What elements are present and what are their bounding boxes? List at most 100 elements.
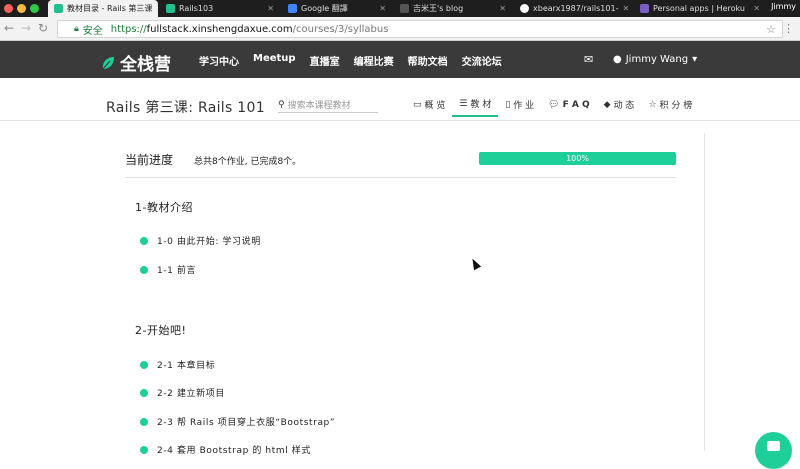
search-icon: ⚲ (278, 99, 285, 110)
browser-tab[interactable]: Rails103 ✕ (160, 0, 280, 17)
url-scheme: https:// (110, 23, 147, 35)
envelope-icon[interactable]: ✉ (584, 53, 593, 66)
browser-toolbar: ← → ↻ 🔒︎ 安全 https:// fullstack.xinshengd… (0, 17, 800, 41)
main-nav: 学习中心 Meetup 直播室 编程比赛 帮助文档 交流论坛 (199, 53, 502, 68)
completed-dot-icon (140, 360, 148, 369)
list-icon: ☰ (459, 98, 468, 109)
close-tab-icon[interactable]: ✕ (263, 4, 274, 13)
chat-icon (767, 441, 780, 451)
tab-label: 动 态 (613, 101, 635, 111)
tags-icon: ◆ (603, 99, 611, 110)
close-tab-icon[interactable]: ✕ (152, 4, 158, 13)
tab-title: xbearx1987/rails101- (533, 4, 619, 13)
bookmark-star-icon[interactable]: ☆ (766, 23, 776, 36)
divider (125, 177, 676, 178)
tab-title: 教材目录 - Rails 第三课 (67, 4, 153, 13)
minimize-window-button[interactable] (17, 4, 26, 13)
tab-homework[interactable]: ▯ 作 业 (498, 97, 541, 117)
course-search-input[interactable]: ⚲ 搜索本课程教材 (278, 97, 378, 113)
lesson-label: 1-0 由此开始: 学习说明 (157, 237, 261, 247)
tab-overview[interactable]: ▭ 概 览 (406, 97, 452, 117)
completed-dot-icon (140, 236, 148, 245)
browser-tab[interactable]: Personal apps | Heroku ✕ (634, 0, 766, 17)
reload-icon[interactable]: ↻ (38, 21, 48, 35)
close-tab-icon[interactable]: ✕ (375, 4, 386, 13)
blog-icon (400, 4, 409, 13)
lesson-label: 2-2 建立新项目 (157, 389, 225, 399)
progress-label: 当前进度 (125, 153, 174, 167)
tab-label: F A Q (562, 99, 590, 110)
tab-title: Rails103 (179, 4, 214, 13)
nav-item-live-room[interactable]: 直播室 (310, 53, 340, 68)
leaf-icon (166, 4, 175, 13)
tab-leaderboard[interactable]: ☆ 积 分 榜 (641, 97, 699, 117)
browser-tab[interactable]: Google 翻譯 ✕ (282, 0, 392, 17)
browser-profile-name[interactable]: Jimmy (771, 2, 796, 11)
nav-item-learning-center[interactable]: 学习中心 (199, 53, 239, 68)
lesson-label: 2-3 帮 Rails 项目穿上衣服“Bootstrap” (157, 418, 336, 428)
github-icon (520, 4, 529, 13)
tab-title: Google 翻譯 (301, 4, 348, 13)
browser-menu-icon[interactable]: ⋮ (783, 22, 794, 35)
lock-icon: 🔒︎ (74, 24, 79, 34)
browser-tab[interactable]: 教材目录 - Rails 第三课 ✕ (48, 0, 158, 17)
progress-bar: 100% (479, 152, 676, 165)
user-name: Jimmy Wang (625, 54, 689, 65)
browser-tab[interactable]: 吉米王's blog ✕ (394, 0, 512, 17)
progress-note: 总共8个作业, 已完成8个。 (194, 157, 302, 167)
section-title: 1-教材介绍 (135, 201, 193, 214)
lesson-label: 2-4 套用 Bootstrap 的 html 样式 (157, 446, 311, 456)
tab-label: 作 业 (513, 101, 535, 111)
tab-label: 概 览 (424, 101, 446, 111)
syllabus-content: 当前进度 总共8个作业, 已完成8个。 100% 1-教材介绍 1-0 由此开始… (120, 121, 680, 456)
sidebar-divider (704, 133, 705, 451)
tab-label: 教 材 (470, 100, 492, 110)
url-host: fullstack.xinshengdaxue.com (146, 23, 293, 35)
lesson-item[interactable]: 2-1 本章目标 (140, 358, 215, 371)
heroku-icon (640, 4, 649, 13)
lesson-item[interactable]: 2-3 帮 Rails 项目穿上衣服“Bootstrap” (140, 415, 335, 428)
leaf-logo-icon (102, 56, 114, 69)
close-tab-icon[interactable]: ✕ (749, 4, 760, 13)
back-icon[interactable]: ← (4, 21, 14, 35)
user-icon: ● (613, 54, 622, 65)
lesson-item[interactable]: 2-4 套用 Bootstrap 的 html 样式 (140, 443, 311, 456)
user-menu[interactable]: ● Jimmy Wang ▾ (613, 54, 697, 65)
site-logo[interactable]: 全栈营 (100, 50, 171, 75)
course-header: Rails 第三课: Rails 101 ⚲ 搜索本课程教材 ▭ 概 览 ☰ 教… (0, 78, 800, 121)
lesson-label: 2-1 本章目标 (157, 361, 216, 371)
course-title: Rails 第三课: Rails 101 (106, 100, 265, 116)
lesson-label: 1-1 前言 (157, 266, 197, 276)
section-title: 2-开始吧! (135, 324, 187, 337)
maximize-window-button[interactable] (30, 4, 39, 13)
completed-dot-icon (140, 265, 148, 274)
browser-tab[interactable]: xbearx1987/rails101- ✕ (514, 0, 632, 17)
url-path: /courses/3/syllabus (292, 23, 389, 35)
close-tab-icon[interactable]: ✕ (495, 4, 506, 13)
search-placeholder: 搜索本课程教材 (287, 101, 351, 111)
browser-tabstrip: 教材目录 - Rails 第三课 ✕ Rails103 ✕ Google 翻譯 … (0, 0, 800, 17)
lesson-item[interactable]: 1-1 前言 (140, 263, 196, 276)
close-tab-icon[interactable]: ✕ (618, 4, 629, 13)
tab-title: Personal apps | Heroku (653, 4, 745, 13)
tab-faq[interactable]: 💬︎ F A Q (541, 97, 596, 117)
nav-item-meetup[interactable]: Meetup (253, 53, 296, 68)
tab-label: 积 分 榜 (659, 101, 693, 111)
completed-dot-icon (140, 417, 148, 426)
site-header: 全栈营 学习中心 Meetup 直播室 编程比赛 帮助文档 交流论坛 ✉ ● J… (0, 41, 800, 78)
monitor-icon: ▭ (413, 99, 422, 110)
nav-item-help-docs[interactable]: 帮助文档 (408, 53, 448, 68)
nav-item-contests[interactable]: 编程比赛 (354, 53, 394, 68)
lesson-item[interactable]: 1-0 由此开始: 学习说明 (140, 234, 261, 247)
completed-dot-icon (140, 388, 148, 397)
lesson-item[interactable]: 2-2 建立新项目 (140, 386, 225, 399)
nav-item-forum[interactable]: 交流论坛 (462, 53, 502, 68)
course-tabs: ▭ 概 览 ☰ 教 材 ▯ 作 业 💬︎ F A Q ◆ 动 态 ☆ 积 分 榜 (406, 97, 699, 117)
tab-materials[interactable]: ☰ 教 材 (452, 97, 499, 117)
google-translate-icon (288, 4, 297, 13)
file-icon: ▯ (505, 99, 511, 110)
tab-activity[interactable]: ◆ 动 态 (597, 97, 642, 117)
address-bar[interactable]: 🔒︎ 安全 https:// fullstack.xinshengdaxue.c… (57, 20, 783, 38)
close-window-button[interactable] (4, 4, 13, 13)
forward-icon[interactable]: → (21, 21, 31, 35)
